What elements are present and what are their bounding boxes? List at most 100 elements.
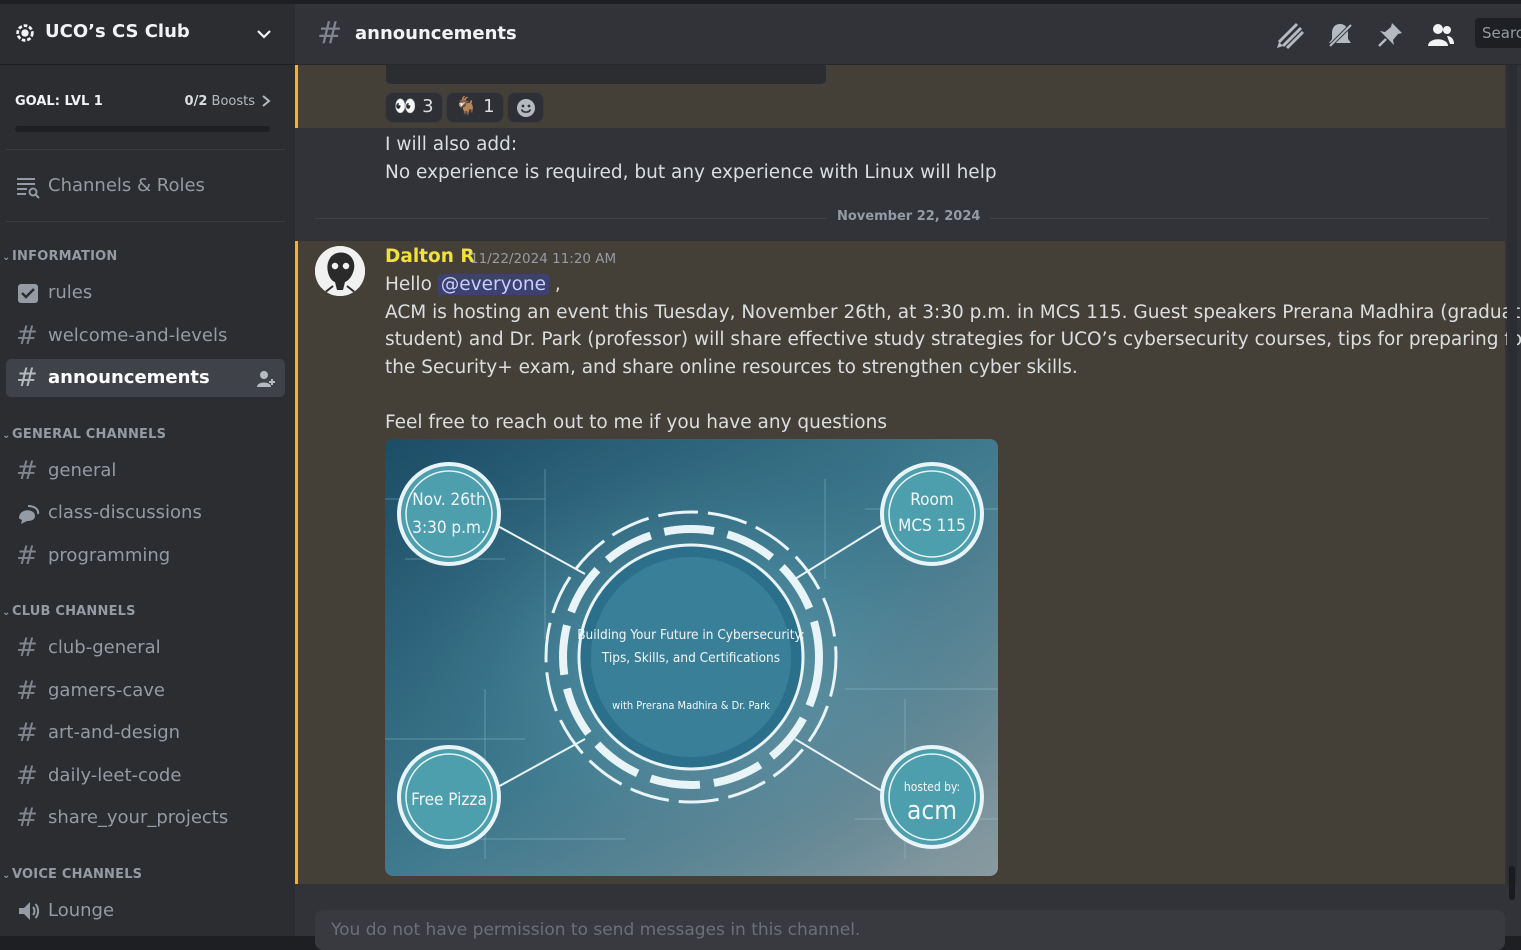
scrollbar-track[interactable] xyxy=(1507,65,1517,885)
reaction-goat[interactable]: 🐐 1 xyxy=(446,92,504,123)
chevron-down-icon: ⌄ xyxy=(2,607,11,618)
scrollbar-thumb[interactable] xyxy=(1509,866,1515,900)
message-line: the Security+ exam, and share online res… xyxy=(385,357,1078,378)
hash-icon: # xyxy=(16,718,38,748)
reaction-eyes[interactable]: 👀 3 xyxy=(385,92,443,123)
message-line: I will also add: xyxy=(385,134,518,155)
sidebar-item-announcements[interactable]: # announcements xyxy=(6,359,285,397)
channels-roles-icon xyxy=(17,178,40,199)
boost-progress-bar xyxy=(15,126,270,132)
poster-title-line2: Tips, Skills, and Certifications xyxy=(601,650,780,666)
chevron-down-icon: ⌄ xyxy=(2,430,11,441)
chat-area: 👀 3 🐐 1 I will also add: No experience i… xyxy=(295,4,1521,950)
channel-sidebar: UCO’s CS Club GOAL: LVL 1 0/2 Boosts Cha… xyxy=(0,4,295,936)
category-label: INFORMATION xyxy=(12,249,118,264)
chevron-down-icon: ⌄ xyxy=(2,870,11,881)
avatar[interactable] xyxy=(315,246,365,296)
threads-icon[interactable] xyxy=(1275,20,1305,50)
boost-count-label: Boosts xyxy=(211,94,255,109)
server-badge-icon xyxy=(16,24,34,42)
pin-icon[interactable] xyxy=(1375,20,1405,50)
server-header[interactable]: UCO’s CS Club xyxy=(0,4,295,65)
speaker-icon xyxy=(19,902,40,920)
smiley-icon xyxy=(516,99,535,117)
category-club-channels[interactable]: ⌄CLUB CHANNELS xyxy=(2,604,136,622)
boost-count[interactable]: 0/2 Boosts xyxy=(185,94,255,109)
hash-icon: # xyxy=(317,16,343,51)
rules-icon xyxy=(18,284,38,303)
category-general-channels[interactable]: ⌄GENERAL CHANNELS xyxy=(2,427,166,445)
hash-icon: # xyxy=(16,803,38,833)
reaction-count: 3 xyxy=(422,96,434,117)
poster-room-number: MCS 115 xyxy=(898,516,966,536)
message-author[interactable]: Dalton R xyxy=(385,246,475,267)
message-input-disabled: You do not have permission to send messa… xyxy=(315,910,1505,950)
add-member-icon[interactable] xyxy=(256,369,276,389)
date-divider-label: November 22, 2024 xyxy=(827,209,991,224)
poster-hosted-label: hosted by: xyxy=(904,780,960,794)
category-label: VOICE CHANNELS xyxy=(12,867,143,882)
hash-icon: # xyxy=(16,363,38,393)
sidebar-item-lounge[interactable]: Lounge xyxy=(6,892,285,930)
hash-icon: # xyxy=(16,633,38,663)
channel-label: programming xyxy=(48,545,171,566)
channel-label: gamers-cave xyxy=(48,680,165,701)
sidebar-item-art-and-design[interactable]: # art-and-design xyxy=(6,714,285,752)
channel-title: announcements xyxy=(355,23,517,44)
channel-label: class-discussions xyxy=(48,502,202,523)
poster-title-line1: Building Your Future in Cybersecurity: xyxy=(577,627,805,643)
hash-icon: # xyxy=(16,676,38,706)
poster-date: Nov. 26th xyxy=(412,490,485,510)
hash-icon: # xyxy=(16,761,38,791)
event-poster-image[interactable]: Nov. 26th 3:30 p.m. Room MCS 115 Buildin… xyxy=(385,439,998,876)
hash-icon: # xyxy=(16,321,38,351)
sidebar-item-welcome-and-levels[interactable]: # welcome-and-levels xyxy=(6,317,285,355)
forum-icon xyxy=(19,505,40,524)
chevron-right-icon[interactable] xyxy=(260,93,272,109)
sidebar-divider xyxy=(6,221,285,222)
channel-header: # announcements Search xyxy=(295,4,1521,65)
sidebar-item-rules[interactable]: rules xyxy=(6,274,285,312)
search-input[interactable]: Search xyxy=(1475,18,1521,48)
category-voice-channels[interactable]: ⌄VOICE CHANNELS xyxy=(2,867,142,885)
sidebar-item-share-your-projects[interactable]: # share_your_projects xyxy=(6,799,285,837)
channels-and-roles[interactable]: Channels & Roles xyxy=(6,167,285,205)
poster-time: 3:30 p.m. xyxy=(412,518,486,538)
message-line: ACM is hosting an event this Tuesday, No… xyxy=(385,302,1521,323)
category-information[interactable]: ⌄INFORMATION xyxy=(2,249,117,267)
sidebar-item-general[interactable]: # general xyxy=(6,452,285,490)
channel-label: share_your_projects xyxy=(48,807,229,828)
sidebar-item-programming[interactable]: # programming xyxy=(6,537,285,575)
hash-icon: # xyxy=(16,456,38,486)
notifications-muted-icon[interactable] xyxy=(1325,20,1355,50)
everyone-mention[interactable]: @everyone xyxy=(437,274,549,295)
message-line: No experience is required, but any exper… xyxy=(385,162,997,183)
channel-label: welcome-and-levels xyxy=(48,325,228,346)
sidebar-item-class-discussions[interactable]: class-discussions xyxy=(6,494,285,532)
reaction-count: 1 xyxy=(483,96,495,117)
message-timestamp: 11/22/2024 11:20 AM xyxy=(470,251,617,267)
boost-count-value: 0/2 xyxy=(184,94,208,109)
members-icon[interactable] xyxy=(1425,20,1455,50)
chevron-down-icon: ⌄ xyxy=(2,252,11,263)
sidebar-divider xyxy=(6,149,285,150)
add-reaction-button[interactable] xyxy=(507,92,544,123)
channel-label: announcements xyxy=(48,367,210,388)
event-poster-graphic: Nov. 26th 3:30 p.m. Room MCS 115 Buildin… xyxy=(385,439,998,876)
channel-label: Lounge xyxy=(48,900,115,921)
avatar-image xyxy=(315,246,365,296)
poster-pizza: Free Pizza xyxy=(411,790,487,810)
greeting-text: Hello xyxy=(385,274,432,295)
sidebar-item-gamers-cave[interactable]: # gamers-cave xyxy=(6,672,285,710)
channel-label: daily-leet-code xyxy=(48,765,182,786)
sidebar-item-club-general[interactable]: # club-general xyxy=(6,629,285,667)
eyes-icon: 👀 xyxy=(394,96,417,117)
sidebar-item-daily-leet-code[interactable]: # daily-leet-code xyxy=(6,757,285,795)
chevron-down-icon[interactable] xyxy=(254,24,274,44)
greeting-punct: , xyxy=(549,274,561,295)
channel-label: club-general xyxy=(48,637,161,658)
poster-speakers: with Prerana Madhira & Dr. Park xyxy=(612,699,770,712)
channel-label: rules xyxy=(48,282,93,303)
message-greeting: Hello @everyone , xyxy=(385,271,561,299)
channel-label: general xyxy=(48,460,117,481)
